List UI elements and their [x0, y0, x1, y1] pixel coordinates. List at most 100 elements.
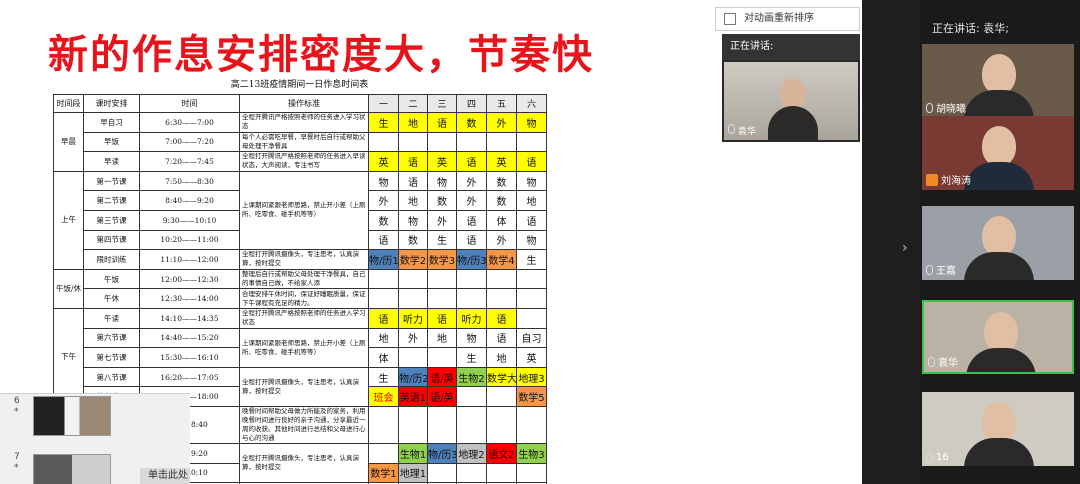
participant-name: 胡晓曦	[936, 104, 966, 115]
schedule-row: 第八节课 16:20——17:05 全程打开腾讯摄像头，专注思考，认真演算，按时提交…	[54, 366, 547, 407]
time-cell: 7:50——8:30	[139, 170, 240, 192]
subject-cell	[368, 268, 399, 290]
reorder-animation-label: 对动画重新排序	[744, 13, 814, 24]
subject-cell	[427, 288, 457, 309]
subject-cell: 外	[368, 190, 399, 211]
participant-tile[interactable]: 胡晓曦	[922, 44, 1074, 118]
participant-tile[interactable]: 袁华	[922, 300, 1074, 374]
subject-cell	[368, 405, 399, 444]
subject-cell: 语	[398, 151, 428, 172]
standard-cell: 晚餐时间帮助父母做力所能及的家务，利用晚餐时间进行良好的亲子沟通，分享最近一周的…	[239, 405, 369, 444]
subject-cell	[516, 405, 547, 444]
lesson-cell: 早饭	[83, 131, 140, 153]
participant-face	[982, 402, 1016, 442]
lesson-cell: 早读	[83, 151, 140, 172]
time-cell: 15:30——16:10	[139, 347, 240, 368]
subject-cell	[398, 288, 428, 309]
lesson-cell: 第四节课	[83, 229, 140, 251]
microphone-icon	[926, 264, 933, 275]
subject-cell: 物/历3	[456, 249, 487, 270]
participant-tile[interactable]: 刘海涛	[922, 116, 1074, 190]
subject-cell: 物	[456, 327, 487, 349]
subject-cell	[516, 131, 547, 153]
standard-cell: 全程打开腾讯严格按照老师的任务进入学习状态	[239, 307, 369, 329]
slide-thumbnail[interactable]	[33, 454, 111, 484]
subject-cell	[427, 462, 457, 484]
thumbnail-star: *	[14, 463, 19, 473]
speaker-name: 袁华	[728, 124, 756, 137]
subject-cell: 数	[486, 190, 517, 211]
standard-cell: 全程打开腾讯严格按照老师的任务进入早读状态，大声阅读，专注书写	[239, 151, 369, 172]
day-header: 一	[368, 94, 399, 113]
subject-cell	[368, 288, 399, 309]
subject-cell	[456, 288, 487, 309]
period-cell: 早晨	[53, 112, 84, 172]
subject-cell	[398, 347, 428, 368]
standard-cell: 全程开腾讯严格按照老师的任务进入学习状态	[239, 112, 369, 133]
subject-cell	[368, 131, 399, 153]
click-hint[interactable]: 单击此处	[140, 468, 190, 484]
microphone-icon	[928, 356, 935, 367]
time-cell: 14:10——14:35	[139, 307, 240, 329]
subject-cell	[516, 462, 547, 484]
participant-tile[interactable]: 王嘉	[922, 206, 1074, 280]
subject-cell: 数学大	[486, 366, 517, 388]
participant-label: 袁华	[928, 354, 958, 369]
day-header: 四	[456, 94, 487, 113]
subject-cell: 语	[368, 229, 399, 251]
standard-cell: 全程打开腾讯摄像头，专注思考，认真演算，按时提交	[239, 366, 369, 407]
subject-cell: 地	[398, 112, 428, 133]
microphone-icon	[926, 102, 933, 113]
subject-cell	[398, 131, 428, 153]
subject-cell	[486, 268, 517, 290]
standard-cell: 全程打开腾讯摄像头，专注思考，认真演算，按时提交	[239, 442, 369, 484]
subject-cell: 语	[427, 307, 457, 329]
schedule-row: 午饭/休 午饭 12:00——12:30 整理后自行或帮助父母处理干净餐具，自己的事情…	[53, 268, 547, 309]
subject-cell: 物	[398, 209, 428, 231]
subject-cell: 数	[427, 190, 457, 211]
subject-cell: 语文2	[486, 442, 517, 464]
subject-cell: 语	[486, 327, 517, 349]
subject-cell: 听力	[456, 307, 487, 329]
speaker-video-card[interactable]: 正在讲话: 袁华	[722, 34, 860, 142]
subject-cell: 数	[368, 209, 399, 231]
standard-cell: 整理后自行或帮助父母处理干净餐具，自己的事情自己做，不给家人添	[239, 268, 369, 290]
speaker-card-header: 正在讲话:	[722, 34, 860, 60]
participant-tile[interactable]: 16	[922, 392, 1074, 466]
subject-cell: 地	[516, 190, 547, 211]
subject-cell: 英语1	[398, 386, 428, 407]
lesson-cell: 第六节课	[83, 327, 140, 349]
participant-face	[982, 216, 1016, 256]
chevron-right-icon[interactable]: ›	[902, 240, 908, 256]
subject-cell: 地	[427, 327, 457, 349]
subject-cell: 生物2	[456, 366, 487, 388]
participant-label: 王嘉	[926, 262, 956, 277]
reorder-animation-button[interactable]: 对动画重新排序	[715, 7, 860, 31]
time-cell: 6:30——7:00	[139, 112, 240, 133]
subject-cell: 生	[368, 366, 399, 388]
subject-cell: 地	[398, 190, 428, 211]
lesson-cell: 午读	[83, 307, 140, 329]
subject-cell: 自习	[516, 327, 547, 349]
slide-thumbnail[interactable]	[33, 396, 111, 436]
subject-cell	[427, 131, 457, 153]
subject-cell	[398, 405, 428, 444]
day-header: 三	[427, 94, 457, 113]
subject-cell	[486, 405, 517, 444]
subject-cell: 物	[368, 170, 399, 192]
speaker-body	[768, 106, 818, 140]
subject-cell: 生	[516, 249, 547, 270]
subject-cell: 外	[456, 190, 487, 211]
standard-cell: 上课期间紧跟老师思路，禁止开小差（上厕所、吃零食、碰手机等等）	[239, 170, 369, 251]
subject-cell: 数学5	[516, 386, 547, 407]
lesson-cell: 第一节课	[83, 170, 140, 192]
subject-cell: 物	[427, 170, 457, 192]
list-icon	[724, 13, 736, 25]
subject-cell: 语	[398, 170, 428, 192]
standard-cell: 每个人必需吃早餐，早餐时后自行或帮助父母处理干净餐具	[239, 131, 369, 153]
subject-cell: 语	[456, 209, 487, 231]
participant-name: 刘海涛	[941, 176, 971, 187]
screen: 新的作息安排密度大，节奏快 高二13班疫情期间一日作息时间表 时间段 课时安排 …	[0, 0, 1080, 484]
standard-cell: 上课期间紧跟老师思路，禁止开小差（上厕所、吃零食、碰手机等等）	[239, 327, 369, 368]
subject-cell: 物/历1	[368, 249, 399, 270]
